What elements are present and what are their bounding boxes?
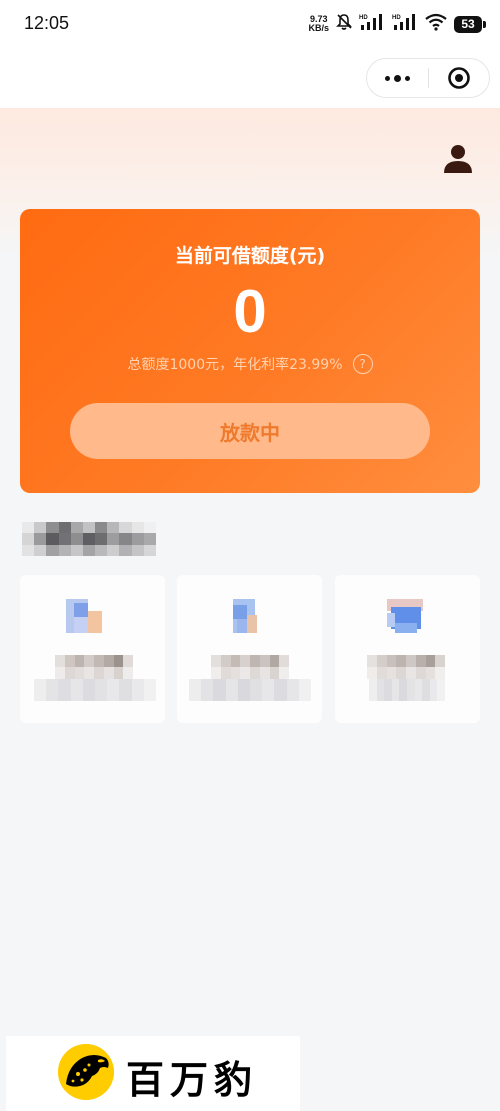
- loan-status-button[interactable]: 放款中: [70, 403, 430, 459]
- battery-icon: 53: [454, 15, 486, 33]
- help-symbol: ?: [359, 357, 366, 371]
- wifi-icon: [425, 13, 447, 35]
- status-bar: 12:05 9.73 KB/s HD HD 53: [0, 0, 500, 50]
- service-tile-1[interactable]: [20, 575, 165, 723]
- app-screen: 12:05 9.73 KB/s HD HD 53 当前可借额度(元) 0 总额度…: [0, 0, 500, 1111]
- service-1-sub-pixelated: [34, 679, 156, 701]
- status-time: 12:05: [24, 13, 70, 33]
- more-dots-icon[interactable]: [367, 59, 428, 97]
- service-2-sub-pixelated: [189, 679, 311, 701]
- nav-bar: [0, 50, 500, 108]
- network-speed: 9.73 KB/s: [308, 15, 329, 33]
- service-3-sub-pixelated: [369, 679, 445, 701]
- user-profile-icon[interactable]: [442, 144, 474, 174]
- battery-level: 53: [461, 17, 475, 31]
- credit-amount: 0: [233, 278, 267, 345]
- svg-text:HD: HD: [392, 15, 401, 21]
- help-icon[interactable]: ?: [352, 354, 373, 374]
- brand-name: 百万豹: [126, 1057, 259, 1102]
- signal-hd-2-icon: HD: [392, 13, 418, 35]
- mute-icon: [336, 13, 352, 35]
- service-1-label-pixelated: [55, 655, 133, 679]
- capsule-menu: [366, 58, 490, 98]
- status-icons: 9.73 KB/s HD HD 53: [308, 13, 486, 35]
- service-2-label-pixelated: [211, 655, 289, 679]
- credit-title: 当前可借额度(元): [174, 245, 326, 267]
- service-3-icon: [387, 599, 431, 633]
- credit-info-text: 总额度1000元，年化利率23.99%: [127, 357, 343, 373]
- service-1-icon: [66, 599, 110, 633]
- service-tile-2[interactable]: [177, 575, 322, 723]
- signal-hd-1-icon: HD: [359, 13, 385, 35]
- credit-info: 总额度1000元，年化利率23.99% ?: [20, 354, 480, 374]
- service-2-icon: [223, 599, 267, 633]
- service-tile-3[interactable]: [335, 575, 480, 723]
- service-3-label-pixelated: [367, 655, 445, 679]
- section-title-pixelated: [22, 522, 156, 556]
- svg-text:HD: HD: [359, 15, 368, 21]
- credit-card: 当前可借额度(元) 0 总额度1000元，年化利率23.99% ? 放款中: [20, 209, 480, 493]
- close-target-icon[interactable]: [428, 59, 489, 97]
- leopard-logo-icon: [58, 1044, 114, 1100]
- brand-bar: 百万豹: [6, 1036, 300, 1111]
- network-speed-unit: KB/s: [308, 23, 329, 33]
